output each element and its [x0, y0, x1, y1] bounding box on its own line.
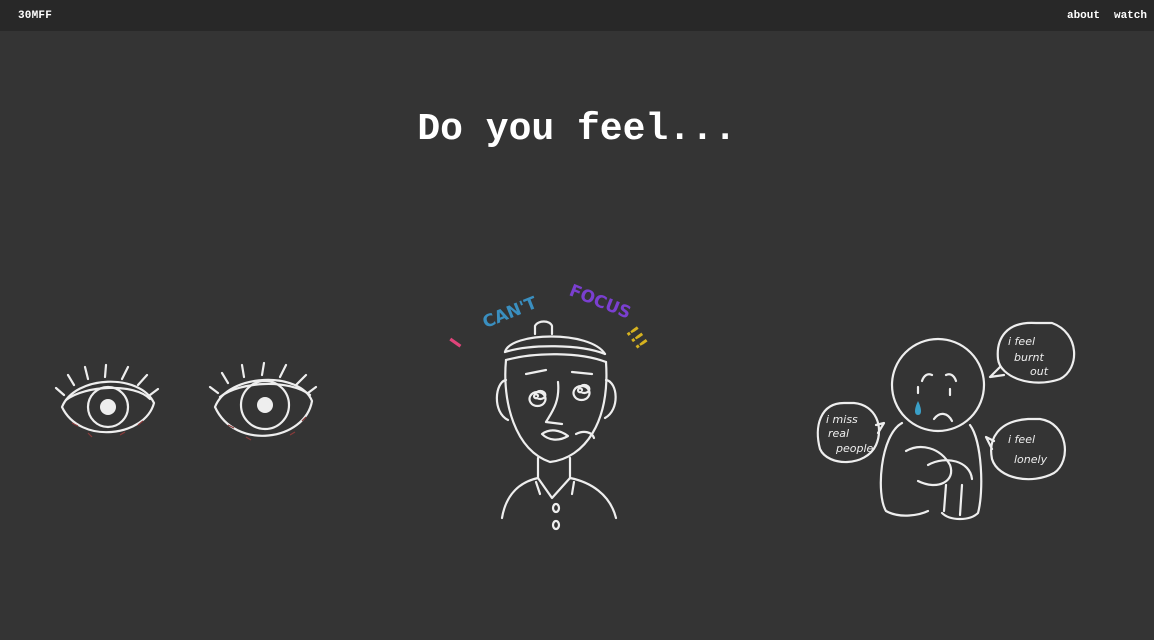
right-eye-drawing — [208, 361, 318, 441]
tired-eyes-illustration — [54, 361, 318, 441]
cant-focus-caption: I CAN'T FOCUS !!! — [446, 282, 651, 353]
speech-bubble-miss-people: i miss real people — [816, 401, 886, 464]
bubble-line: real — [828, 427, 849, 440]
bubble-line: lonely — [1014, 453, 1048, 466]
sad-person-drawing — [879, 337, 986, 521]
bubble-line: people — [835, 442, 874, 455]
cant-focus-illustration: I CAN'T FOCUS !!! — [446, 282, 651, 531]
caption-word-i: I — [446, 335, 466, 352]
caption-word-focus: FOCUS — [566, 282, 633, 324]
brand-logo-link[interactable]: 30MFF — [18, 10, 52, 22]
bubble-line: i feel — [1008, 433, 1035, 446]
caption-word-cant: CAN'T — [480, 293, 540, 333]
bubble-line: out — [1030, 365, 1049, 378]
distracted-person-drawing — [495, 320, 618, 531]
speech-bubble-burnt-out: i feel burnt out — [988, 321, 1076, 384]
left-eye-drawing — [54, 363, 160, 438]
bubble-line: i feel — [1008, 335, 1035, 348]
main-nav: about watch — [1067, 10, 1147, 22]
nav-watch-link[interactable]: watch — [1114, 10, 1147, 22]
speech-bubble-lonely: i feel lonely — [984, 417, 1067, 481]
page-headline: Do you feel... — [417, 108, 737, 151]
caption-word-exclaim: !!! — [621, 323, 651, 354]
nav-about-link[interactable]: about — [1067, 10, 1100, 22]
top-navbar: 30MFF about watch — [0, 0, 1154, 31]
bubble-line: burnt — [1014, 351, 1044, 364]
bubble-line: i miss — [826, 413, 858, 426]
sad-person-illustration: i miss real people i feel burnt out i fe… — [816, 321, 1076, 521]
